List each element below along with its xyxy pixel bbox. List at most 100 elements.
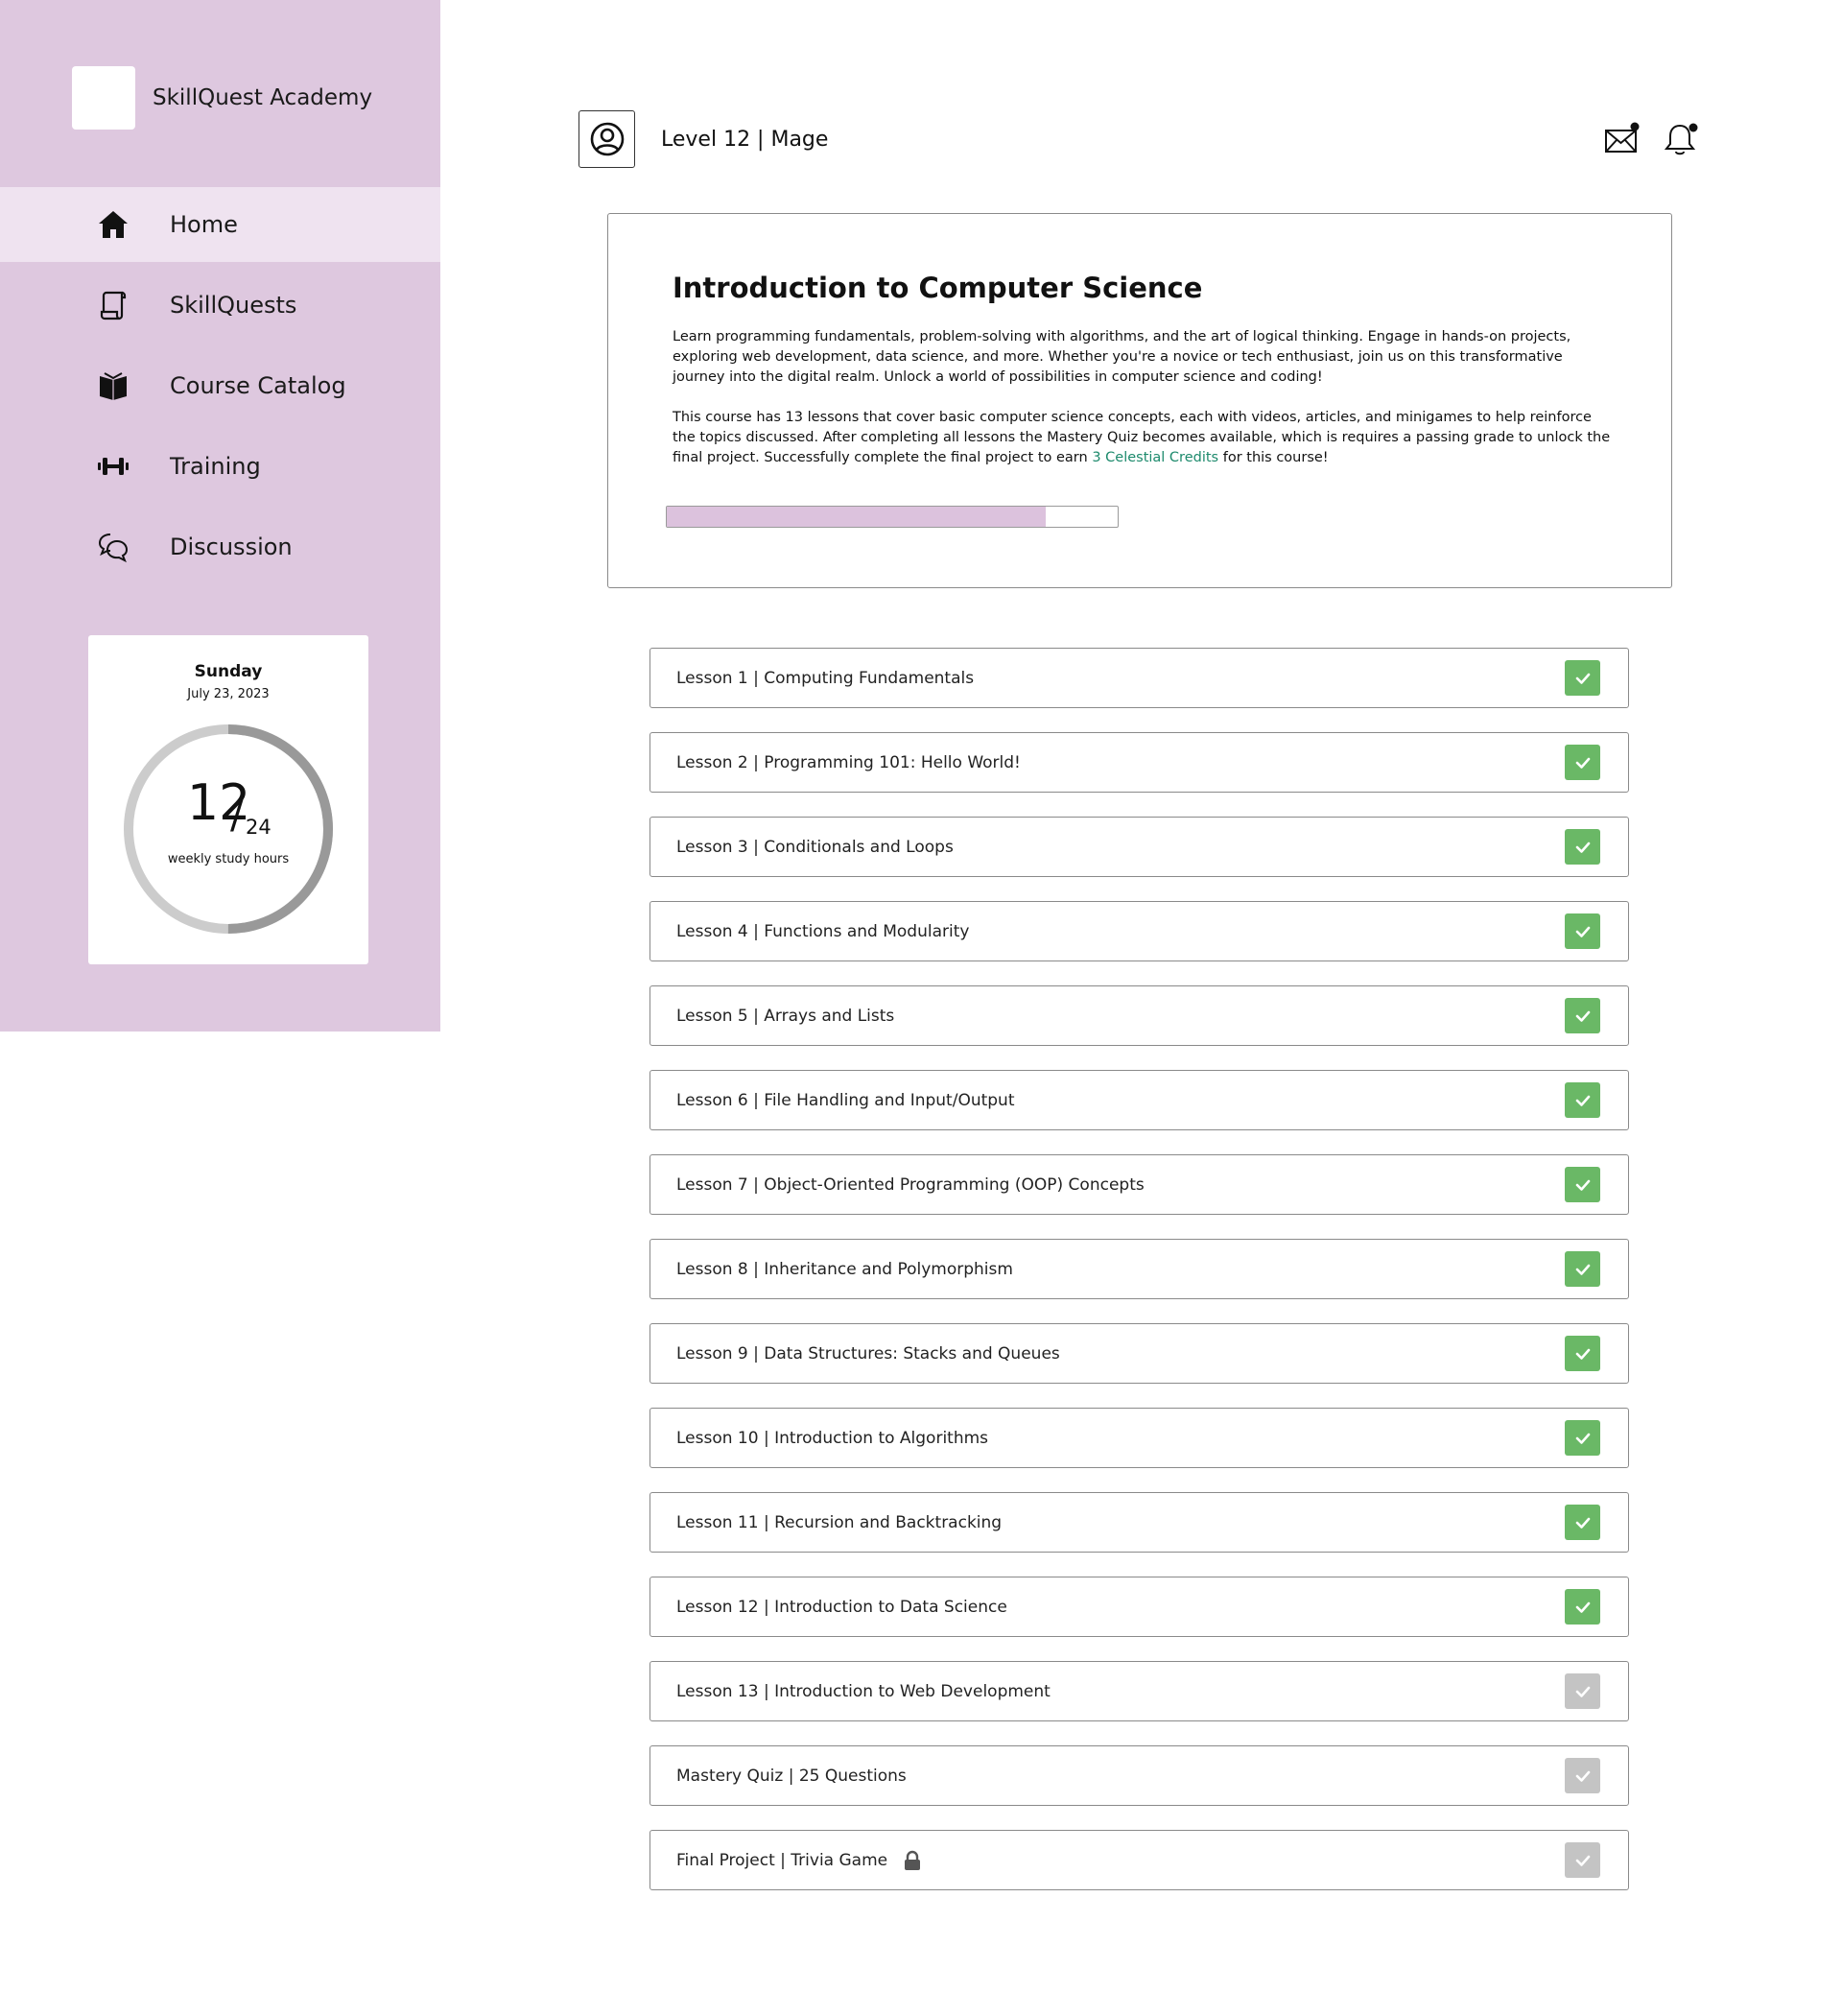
checkmark-icon	[1575, 1179, 1590, 1191]
checkmark-icon	[1575, 757, 1590, 769]
study-day: Sunday	[194, 662, 263, 681]
checkmark-icon	[1575, 1855, 1590, 1866]
lesson-label: Lesson 10 | Introduction to Algorithms	[676, 1428, 989, 1448]
bell-icon[interactable]	[1662, 120, 1700, 158]
study-date: July 23, 2023	[187, 687, 270, 701]
lesson-row[interactable]: Mastery Quiz | 25 Questions	[649, 1745, 1629, 1806]
sidebar-item-label: Home	[170, 211, 238, 238]
lesson-label: Lesson 11 | Recursion and Backtracking	[676, 1512, 1003, 1532]
weekly-study-card: Sunday July 23, 2023 12 / 24 weekly stud…	[88, 635, 368, 964]
lesson-status-checkbox[interactable]	[1565, 1505, 1600, 1540]
sidebar-item-discussion[interactable]: Discussion	[0, 510, 440, 584]
home-icon	[96, 207, 130, 242]
study-caption: weekly study hours	[167, 852, 290, 866]
sidebar-item-skillquests[interactable]: SkillQuests	[0, 268, 440, 343]
checkmark-icon	[1575, 673, 1590, 684]
lesson-label: Lesson 6 | File Handling and Input/Outpu…	[676, 1090, 1015, 1110]
lesson-label: Lesson 4 | Functions and Modularity	[676, 921, 970, 941]
lesson-row[interactable]: Lesson 11 | Recursion and Backtracking	[649, 1492, 1629, 1553]
course-description-paragraph: This course has 13 lessons that cover ba…	[673, 408, 1618, 468]
lesson-label: Lesson 12 | Introduction to Data Science	[676, 1597, 1007, 1617]
lesson-label: Mastery Quiz | 25 Questions	[676, 1766, 907, 1786]
checkmark-icon	[1575, 1348, 1590, 1360]
lesson-list: Lesson 1 | Computing Fundamentals Lesson …	[649, 648, 1629, 1914]
lesson-status-checkbox[interactable]	[1565, 1842, 1600, 1878]
book-icon	[96, 368, 130, 403]
lesson-status-checkbox[interactable]	[1565, 1758, 1600, 1793]
lesson-row[interactable]: Lesson 6 | File Handling and Input/Outpu…	[649, 1070, 1629, 1130]
sidebar-nav: Home SkillQuests Course Catalog Training…	[0, 187, 440, 590]
sidebar-item-label: SkillQuests	[170, 292, 297, 319]
lesson-status-checkbox[interactable]	[1565, 1420, 1600, 1456]
checkmark-icon	[1575, 1770, 1590, 1782]
lesson-status-checkbox[interactable]	[1565, 1082, 1600, 1118]
scroll-icon	[96, 288, 130, 322]
sidebar-item-training[interactable]: Training	[0, 429, 440, 504]
lesson-status-checkbox[interactable]	[1565, 1589, 1600, 1625]
lesson-row[interactable]: Lesson 10 | Introduction to Algorithms	[649, 1408, 1629, 1468]
checkmark-icon	[1575, 1095, 1590, 1106]
lesson-row[interactable]: Lesson 8 | Inheritance and Polymorphism	[649, 1239, 1629, 1299]
course-description-paragraph: Learn programming fundamentals, problem-…	[673, 329, 1571, 385]
dumbbell-icon	[96, 449, 130, 484]
lesson-status-checkbox[interactable]	[1565, 1167, 1600, 1202]
lesson-label: Lesson 8 | Inheritance and Polymorphism	[676, 1259, 1013, 1279]
lesson-status-checkbox[interactable]	[1565, 998, 1600, 1033]
checkmark-icon	[1575, 926, 1590, 937]
sidebar-item-course-catalog[interactable]: Course Catalog	[0, 348, 440, 423]
sidebar-item-label: Course Catalog	[170, 372, 346, 399]
lesson-row[interactable]: Lesson 12 | Introduction to Data Science	[649, 1577, 1629, 1637]
brand-name: SkillQuest Academy	[153, 85, 373, 110]
sidebar-item-home[interactable]: Home	[0, 187, 440, 262]
sidebar-item-label: Discussion	[170, 534, 293, 560]
lesson-label: Lesson 1 | Computing Fundamentals	[676, 668, 975, 688]
lesson-row[interactable]: Lesson 9 | Data Structures: Stacks and Q…	[649, 1323, 1629, 1384]
brand[interactable]: SkillQuest Academy	[72, 66, 372, 130]
lesson-label: Lesson 7 | Object-Oriented Programming (…	[676, 1174, 1145, 1195]
lesson-status-checkbox[interactable]	[1565, 745, 1600, 780]
lesson-row[interactable]: Lesson 13 | Introduction to Web Developm…	[649, 1661, 1629, 1721]
lesson-label: Lesson 3 | Conditionals and Loops	[676, 837, 954, 857]
lesson-row[interactable]: Lesson 2 | Programming 101: Hello World!	[649, 732, 1629, 793]
lesson-status-checkbox[interactable]	[1565, 829, 1600, 865]
lesson-row[interactable]: Lesson 4 | Functions and Modularity	[649, 901, 1629, 961]
sidebar: SkillQuest Academy Home SkillQuests Cour…	[0, 0, 440, 1032]
lock-icon	[905, 1850, 921, 1870]
profile-button[interactable]	[579, 110, 635, 168]
user-avatar-icon	[590, 122, 624, 156]
study-hours-slash: /	[230, 794, 244, 838]
lesson-label: Lesson 5 | Arrays and Lists	[676, 1006, 895, 1026]
brand-logo	[72, 66, 135, 130]
course-card: Introduction to Computer Science Learn p…	[607, 213, 1672, 588]
lesson-row[interactable]: Lesson 5 | Arrays and Lists	[649, 985, 1629, 1046]
course-description-text: for this course!	[1218, 450, 1329, 465]
lesson-row[interactable]: Final Project | Trivia Game	[649, 1830, 1629, 1890]
lesson-label: Lesson 2 | Programming 101: Hello World!	[676, 752, 1021, 772]
checkmark-icon	[1575, 1686, 1590, 1697]
level-label: Level 12 | Mage	[661, 128, 829, 152]
checkmark-icon	[1575, 1010, 1590, 1022]
checkmark-icon	[1575, 1517, 1590, 1529]
course-progress-fill	[667, 507, 1046, 527]
mail-icon[interactable]	[1603, 120, 1641, 158]
lesson-row[interactable]: Lesson 3 | Conditionals and Loops	[649, 817, 1629, 877]
lesson-label: Lesson 9 | Data Structures: Stacks and Q…	[676, 1343, 1060, 1364]
lesson-row[interactable]: Lesson 1 | Computing Fundamentals	[649, 648, 1629, 708]
checkmark-icon	[1575, 1601, 1590, 1613]
lesson-status-checkbox[interactable]	[1565, 660, 1600, 696]
chat-bubbles-icon	[96, 530, 130, 564]
checkmark-icon	[1575, 1433, 1590, 1444]
course-title: Introduction to Computer Science	[673, 272, 1203, 304]
lesson-status-checkbox[interactable]	[1565, 913, 1600, 949]
lesson-label: Final Project | Trivia Game	[676, 1850, 888, 1870]
study-hours-goal: 24	[246, 816, 272, 839]
lesson-row[interactable]: Lesson 7 | Object-Oriented Programming (…	[649, 1154, 1629, 1215]
course-progress-bar	[666, 506, 1119, 528]
checkmark-icon	[1575, 842, 1590, 853]
lesson-label: Lesson 13 | Introduction to Web Developm…	[676, 1681, 1051, 1701]
credits-link[interactable]: 3 Celestial Credits	[1092, 450, 1218, 465]
lesson-status-checkbox[interactable]	[1565, 1336, 1600, 1371]
lesson-status-checkbox[interactable]	[1565, 1673, 1600, 1709]
lesson-status-checkbox[interactable]	[1565, 1251, 1600, 1287]
course-description: Learn programming fundamentals, problem-…	[673, 327, 1618, 488]
